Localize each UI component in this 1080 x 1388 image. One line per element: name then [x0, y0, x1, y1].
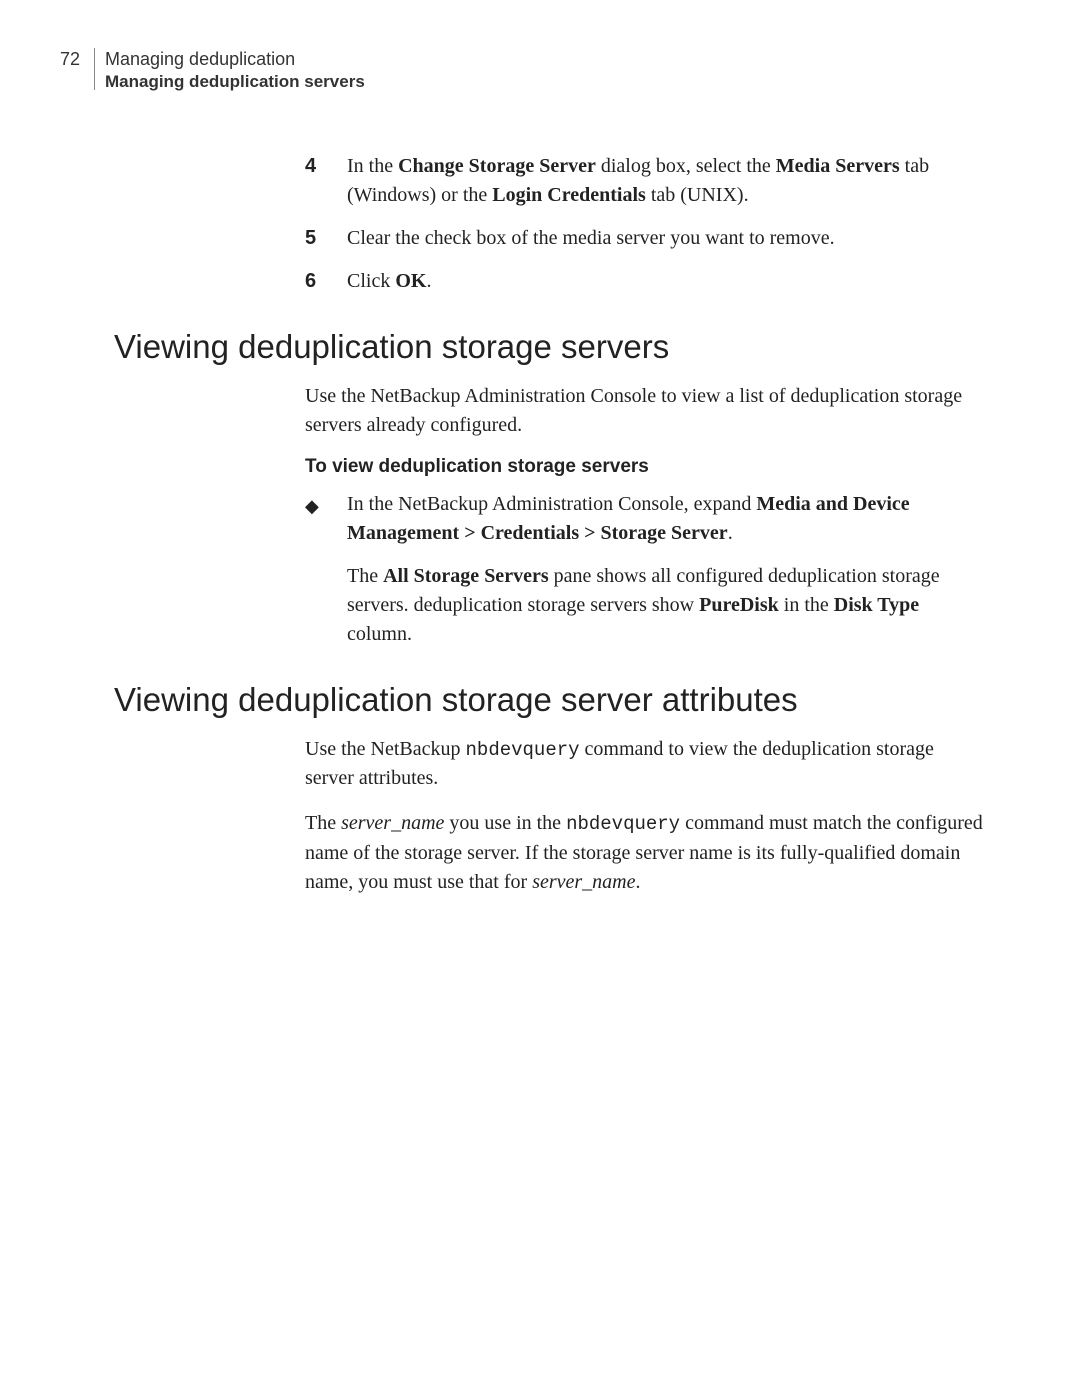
step-number: 4 [305, 152, 347, 210]
variable-text: server_name [341, 812, 444, 834]
ui-label: Disk Type [834, 594, 919, 616]
code-text: nbdevquery [466, 739, 580, 761]
step-list: 4 In the Change Storage Server dialog bo… [305, 152, 984, 296]
paragraph: The server_name you use in the nbdevquer… [305, 809, 984, 897]
header-section: Managing deduplication servers [105, 71, 365, 92]
bullet-body: In the NetBackup Administration Console,… [347, 490, 984, 548]
text: in the [779, 594, 834, 616]
paragraph: Use the NetBackup nbdevquery command to … [305, 735, 984, 794]
text: In the [347, 155, 398, 177]
paragraph: Use the NetBackup Administration Console… [305, 382, 984, 440]
text: Click [347, 270, 395, 292]
step-number: 5 [305, 224, 347, 253]
bullet-icon: ◆ [305, 490, 347, 548]
text: . [728, 522, 733, 544]
ui-label: OK [395, 270, 426, 292]
page-header: 72 Managing deduplication Managing dedup… [60, 48, 984, 92]
text: The [347, 565, 383, 587]
text: . [426, 270, 431, 292]
procedure-heading: To view deduplication storage servers [305, 456, 984, 478]
text: . [636, 871, 641, 893]
heading-viewing-servers: Viewing deduplication storage servers [114, 328, 984, 366]
step-number: 6 [305, 267, 347, 296]
section-2-body: Use the NetBackup nbdevquery command to … [305, 735, 984, 897]
text: In the NetBackup Administration Console,… [347, 493, 756, 515]
header-chapter: Managing deduplication [105, 48, 365, 71]
text: you use in the [444, 812, 566, 834]
ui-label: All Storage Servers [383, 565, 549, 587]
ui-label: Login Credentials [492, 184, 646, 206]
text: The [305, 812, 341, 834]
bullet-item: ◆ In the NetBackup Administration Consol… [305, 490, 984, 548]
section-1-body: Use the NetBackup Administration Console… [305, 382, 984, 649]
step-4: 4 In the Change Storage Server dialog bo… [305, 152, 984, 210]
variable-text: server_name [532, 871, 635, 893]
step-body: In the Change Storage Server dialog box,… [347, 152, 984, 210]
bullet-continuation: The All Storage Servers pane shows all c… [347, 562, 984, 649]
step-body: Click OK. [347, 267, 984, 296]
ui-label: PureDisk [699, 594, 779, 616]
text: tab (UNIX). [646, 184, 749, 206]
code-text: nbdevquery [566, 813, 680, 835]
text: column. [347, 623, 412, 645]
step-5: 5 Clear the check box of the media serve… [305, 224, 984, 253]
ui-label: Media Servers [776, 155, 900, 177]
header-divider [94, 48, 95, 90]
step-6: 6 Click OK. [305, 267, 984, 296]
heading-viewing-attributes: Viewing deduplication storage server att… [114, 681, 984, 719]
page-number: 72 [60, 48, 94, 70]
ui-label: Change Storage Server [398, 155, 596, 177]
step-body: Clear the check box of the media server … [347, 224, 984, 253]
page-container: 72 Managing deduplication Managing dedup… [0, 0, 1080, 1388]
text: dialog box, select the [596, 155, 776, 177]
header-text-block: Managing deduplication Managing deduplic… [105, 48, 365, 92]
text: Use the NetBackup [305, 738, 466, 760]
